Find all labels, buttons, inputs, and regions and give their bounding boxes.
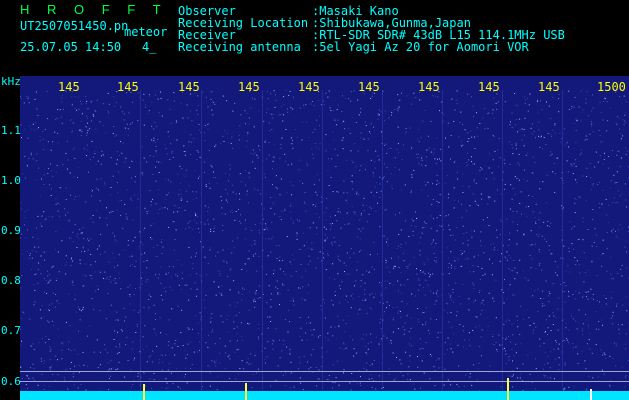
x-tick-label: 145 [418, 80, 440, 94]
y-tick-label: 0.8 [1, 274, 21, 287]
y-axis: kHz 1.1 1.0 0.9 0.8 0.7 0.6 [0, 74, 21, 400]
spectrogram-window: H R O F F T UT2507051450.pn meteor 25.07… [0, 0, 629, 400]
meteor-echo [507, 378, 509, 400]
x-tick-label: 145 [298, 80, 320, 94]
noise-floor-band [20, 391, 629, 400]
y-tick-label: 0.6 [1, 375, 21, 388]
x-tick-label: 145 [58, 80, 80, 94]
meteor-echo [143, 384, 145, 400]
noise-layer [20, 90, 629, 391]
reference-line-lower [20, 381, 629, 382]
y-tick-label: 0.7 [1, 324, 21, 337]
reference-line-upper [20, 371, 629, 372]
y-tick-label: 1.0 [1, 174, 21, 187]
x-tick-label: 145 [478, 80, 500, 94]
meteor-echo [245, 383, 247, 400]
x-tick-label: 145 [117, 80, 139, 94]
y-tick-label: 1.1 [1, 124, 21, 137]
meteor-echo [590, 389, 592, 400]
x-tick-label: 145 [238, 80, 260, 94]
x-tick-label: 145 [178, 80, 200, 94]
y-tick-label: 0.9 [1, 224, 21, 237]
x-tick-label: 145 [538, 80, 560, 94]
y-unit-label: kHz [1, 75, 21, 88]
x-tick-label: 145 [358, 80, 380, 94]
x-tick-label: 1500 [597, 80, 626, 94]
